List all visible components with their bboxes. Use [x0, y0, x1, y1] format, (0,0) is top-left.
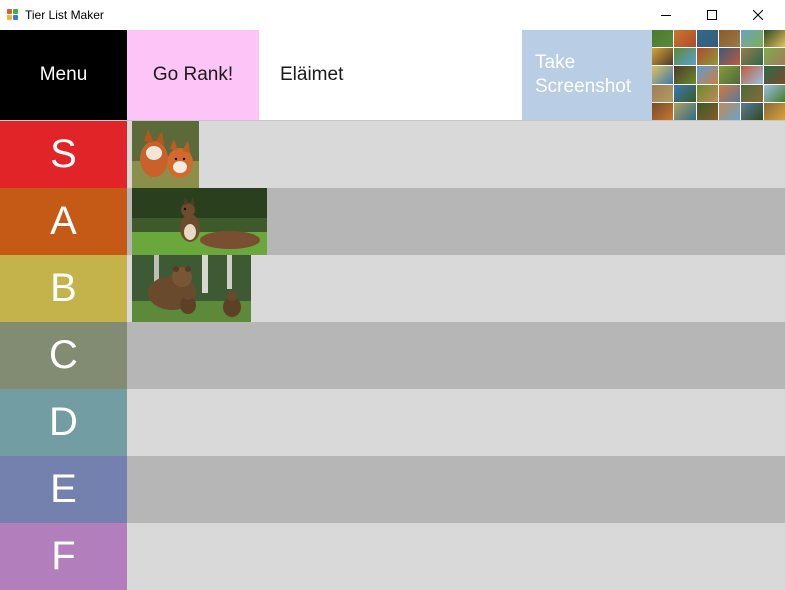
go-rank-button[interactable]: Go Rank! — [127, 30, 259, 120]
tier-row-d: D — [0, 389, 785, 456]
pool-thumbnail[interactable] — [652, 48, 674, 66]
pool-thumbnail[interactable] — [652, 66, 674, 84]
pool-thumbnail[interactable] — [719, 102, 741, 120]
pool-thumbnail[interactable] — [719, 48, 741, 66]
pool-thumbnail[interactable] — [652, 30, 674, 48]
pool-thumbnail[interactable] — [696, 48, 718, 66]
pool-thumbnail[interactable] — [763, 66, 785, 84]
tier-label-c[interactable]: C — [0, 322, 127, 389]
screenshot-label-line2: Screenshot — [535, 76, 632, 97]
tier-dropzone-s[interactable] — [127, 121, 785, 188]
squirrel-image[interactable] — [132, 188, 267, 255]
tier-row-a: A — [0, 188, 785, 255]
pool-thumbnail[interactable] — [652, 102, 674, 120]
pool-thumbnail[interactable] — [674, 66, 696, 84]
app-grid-icon — [7, 9, 19, 21]
image-pool-thumbnails[interactable] — [652, 30, 785, 120]
pool-thumbnail[interactable] — [674, 102, 696, 120]
tier-dropzone-c[interactable] — [127, 322, 785, 389]
tier-row-s: S — [0, 121, 785, 188]
bear-family-image[interactable] — [132, 255, 251, 322]
pool-thumbnail[interactable] — [763, 84, 785, 102]
tier-label-a[interactable]: A — [0, 188, 127, 255]
tier-row-b: B — [0, 255, 785, 322]
tier-dropzone-d[interactable] — [127, 389, 785, 456]
pool-thumbnail[interactable] — [741, 48, 763, 66]
pool-thumbnail[interactable] — [696, 102, 718, 120]
pool-thumbnail[interactable] — [674, 48, 696, 66]
tier-list-name: Eläimet — [280, 64, 344, 85]
tier-label-b[interactable]: B — [0, 255, 127, 322]
pool-thumbnail[interactable] — [741, 84, 763, 102]
pool-thumbnail[interactable] — [652, 84, 674, 102]
fox-pair-image[interactable] — [132, 121, 199, 188]
window-title: Tier List Maker — [25, 8, 104, 22]
tier-dropzone-f[interactable] — [127, 523, 785, 590]
pool-thumbnail[interactable] — [719, 66, 741, 84]
close-button[interactable] — [735, 0, 781, 30]
close-icon — [753, 10, 763, 20]
menu-button[interactable]: Menu — [0, 30, 127, 120]
pool-thumbnail[interactable] — [674, 84, 696, 102]
pool-thumbnail[interactable] — [741, 102, 763, 120]
tier-label-f[interactable]: F — [0, 523, 127, 590]
tier-row-c: C — [0, 322, 785, 389]
tier-label-d[interactable]: D — [0, 389, 127, 456]
minimize-icon — [661, 15, 671, 16]
maximize-icon — [707, 10, 717, 20]
tier-label-e[interactable]: E — [0, 456, 127, 523]
pool-thumbnail[interactable] — [696, 84, 718, 102]
pool-thumbnail[interactable] — [741, 30, 763, 48]
title-bar: Tier List Maker — [0, 0, 785, 30]
take-screenshot-button[interactable]: Take Screenshot — [522, 30, 652, 120]
tier-dropzone-e[interactable] — [127, 456, 785, 523]
tier-row-e: E — [0, 456, 785, 523]
tier-list: S A B C D E F — [0, 121, 785, 590]
pool-thumbnail[interactable] — [719, 84, 741, 102]
tier-label-s[interactable]: S — [0, 121, 127, 188]
pool-thumbnail[interactable] — [696, 30, 718, 48]
pool-thumbnail[interactable] — [763, 48, 785, 66]
pool-thumbnail[interactable] — [674, 30, 696, 48]
tier-dropzone-a[interactable] — [127, 188, 785, 255]
maximize-button[interactable] — [689, 0, 735, 30]
pool-thumbnail[interactable] — [696, 66, 718, 84]
pool-thumbnail[interactable] — [719, 30, 741, 48]
pool-thumbnail[interactable] — [763, 102, 785, 120]
tier-dropzone-b[interactable] — [127, 255, 785, 322]
tier-row-f: F — [0, 523, 785, 590]
pool-thumbnail[interactable] — [763, 30, 785, 48]
minimize-button[interactable] — [643, 0, 689, 30]
toolbar: Menu Go Rank! Eläimet Take Screenshot — [0, 30, 785, 121]
pool-thumbnail[interactable] — [741, 66, 763, 84]
screenshot-label-line1: Take — [535, 52, 576, 73]
